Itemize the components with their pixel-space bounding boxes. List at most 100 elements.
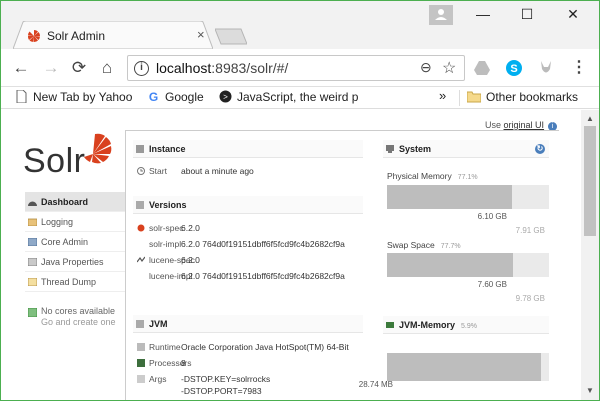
jvm-memory-used: 28.74 MB xyxy=(358,380,393,389)
folder-icon xyxy=(467,91,481,103)
back-button[interactable]: ← xyxy=(11,58,31,78)
scroll-thumb[interactable] xyxy=(584,126,596,236)
scroll-down-icon[interactable]: ▼ xyxy=(586,386,594,395)
sidebar-item-logging[interactable]: Logging xyxy=(25,212,125,232)
svg-text:S: S xyxy=(510,63,517,75)
person-icon xyxy=(435,9,447,20)
drive-extension-icon[interactable] xyxy=(473,59,491,77)
version-value: 6.2.0 764d0f19151dbff6f5fcd9fc4b2682cf9a xyxy=(181,239,345,249)
args-icon xyxy=(137,375,145,383)
versions-list: solr-spec 6.2.0 solr-impl 6.2.0 764d0f19… xyxy=(133,216,363,286)
sidebar-item-label: Java Properties xyxy=(41,257,104,267)
home-button[interactable]: ⌂ xyxy=(97,58,117,78)
info-icon[interactable]: i xyxy=(134,61,149,76)
start-label: Start xyxy=(149,166,167,176)
tab-shape xyxy=(13,21,213,49)
jvm-memory-percent: 5.9% xyxy=(461,323,477,330)
profile-button[interactable] xyxy=(429,5,453,25)
extension-icon[interactable] xyxy=(537,59,555,77)
swap-space-used: 7.60 GB xyxy=(477,280,507,289)
sidebar-item-dashboard[interactable]: Dashboard xyxy=(25,192,125,212)
bookmarks-bar: New Tab by Yahoo G Google > JavaScript, t… xyxy=(1,87,599,109)
bookmarks-divider xyxy=(459,90,460,106)
address-bar[interactable]: i localhost:8983/solr/#/ ⊖ ☆ xyxy=(127,55,465,81)
page-scrollbar[interactable]: ▲ ▼ xyxy=(581,110,599,400)
args-label: Args xyxy=(149,374,167,384)
reload-button[interactable]: ⟳ xyxy=(69,58,89,78)
dashboard-icon xyxy=(28,201,37,206)
skype-extension-icon[interactable]: S xyxy=(505,59,523,77)
other-bookmarks[interactable]: Other bookmarks xyxy=(467,90,578,106)
swap-space-fill xyxy=(387,253,513,277)
physical-memory-total: 7.91 GB xyxy=(515,226,545,235)
browser-tab[interactable]: Solr Admin × xyxy=(13,21,213,49)
sidebar-item-core-admin[interactable]: Core Admin xyxy=(25,232,125,252)
bookmark-label: JavaScript, the weird p xyxy=(237,90,359,104)
jvm-memory-bar xyxy=(387,353,549,381)
bookmark-star-icon[interactable]: ☆ xyxy=(442,58,456,78)
bookmark-item[interactable]: > JavaScript, the weird p xyxy=(219,90,419,106)
new-tab-button[interactable] xyxy=(215,28,247,45)
no-cores-subtext[interactable]: Go and create one xyxy=(41,317,125,328)
java-properties-icon xyxy=(28,258,37,266)
bookmarks-overflow-icon[interactable]: » xyxy=(439,88,446,104)
args-value: -DSTOP.KEY=solrrocks xyxy=(181,374,271,384)
runtime-value: Oracle Corporation Java HotSpot(TM) 64-B… xyxy=(181,342,349,352)
core-admin-icon xyxy=(28,238,37,246)
logo-text: Solr xyxy=(23,142,86,180)
tab-close-icon[interactable]: × xyxy=(197,27,205,42)
sidebar-item-label: Logging xyxy=(41,217,74,227)
close-window-button[interactable]: ✕ xyxy=(553,3,593,25)
physical-memory-bar xyxy=(387,185,549,209)
version-label: solr-impl xyxy=(149,239,182,249)
jvm-memory-icon xyxy=(386,322,394,328)
versions-header: Versions xyxy=(133,196,363,214)
swap-space-label: Swap Space 77.7% xyxy=(387,240,461,250)
url-host: localhost xyxy=(156,60,212,76)
tab-title: Solr Admin xyxy=(47,29,106,43)
minimize-button[interactable]: — xyxy=(463,3,503,25)
physical-memory-fill xyxy=(387,185,512,209)
args-value: -DSTOP.PORT=7983 xyxy=(181,386,262,396)
jvm-memory-header: JVM-Memory 5.9% xyxy=(383,316,549,334)
processors-value: 8 xyxy=(181,358,186,368)
swap-space-title: Swap Space xyxy=(387,240,435,250)
solr-logo[interactable]: Solr xyxy=(23,132,118,182)
bookmark-item[interactable]: New Tab by Yahoo xyxy=(15,90,132,106)
forward-button[interactable]: → xyxy=(41,58,61,78)
solr-sunburst-icon xyxy=(84,133,112,164)
version-value: 6.2.0 xyxy=(181,255,200,265)
sidebar-item-thread-dump[interactable]: Thread Dump xyxy=(25,272,125,292)
version-label: solr-spec xyxy=(149,223,184,233)
url-text[interactable]: localhost:8983/solr/#/ xyxy=(156,60,288,76)
sidebar-item-label: Core Admin xyxy=(41,237,89,247)
url-path: :8983/solr/#/ xyxy=(211,60,289,76)
terminal-icon: > xyxy=(219,90,232,103)
svg-text:>: > xyxy=(223,94,228,103)
swap-space-bar xyxy=(387,253,549,277)
versions-icon xyxy=(136,201,144,209)
jvm-memory-fill xyxy=(387,353,541,381)
no-cores-text: No cores available xyxy=(41,306,116,316)
scroll-up-icon[interactable]: ▲ xyxy=(586,114,594,123)
original-ui-link[interactable]: original UI xyxy=(504,120,545,130)
system-icon xyxy=(386,145,394,153)
refresh-icon[interactable]: ↻ xyxy=(535,144,545,154)
physical-memory-percent: 77.1% xyxy=(457,174,478,181)
bookmark-label: Google xyxy=(165,90,204,104)
no-cores-icon xyxy=(28,308,37,317)
sidebar-item-label: Thread Dump xyxy=(41,277,97,287)
lucene-version-icon xyxy=(137,256,145,263)
bookmark-item[interactable]: G Google xyxy=(147,90,204,106)
thread-dump-icon xyxy=(28,278,37,286)
runtime-label: Runtime xyxy=(149,342,181,352)
zoom-icon[interactable]: ⊖ xyxy=(420,59,432,76)
jvm-memory-title: JVM-Memory xyxy=(399,320,456,330)
title-bar: Solr Admin × — ☐ ✕ xyxy=(1,1,599,49)
maximize-button[interactable]: ☐ xyxy=(507,3,547,25)
browser-menu-icon[interactable]: ⋮ xyxy=(571,58,587,78)
processors-icon xyxy=(137,359,145,367)
start-value: about a minute ago xyxy=(181,166,254,176)
sidebar-item-label: Dashboard xyxy=(41,197,89,207)
sidebar-item-java-properties[interactable]: Java Properties xyxy=(25,252,125,272)
